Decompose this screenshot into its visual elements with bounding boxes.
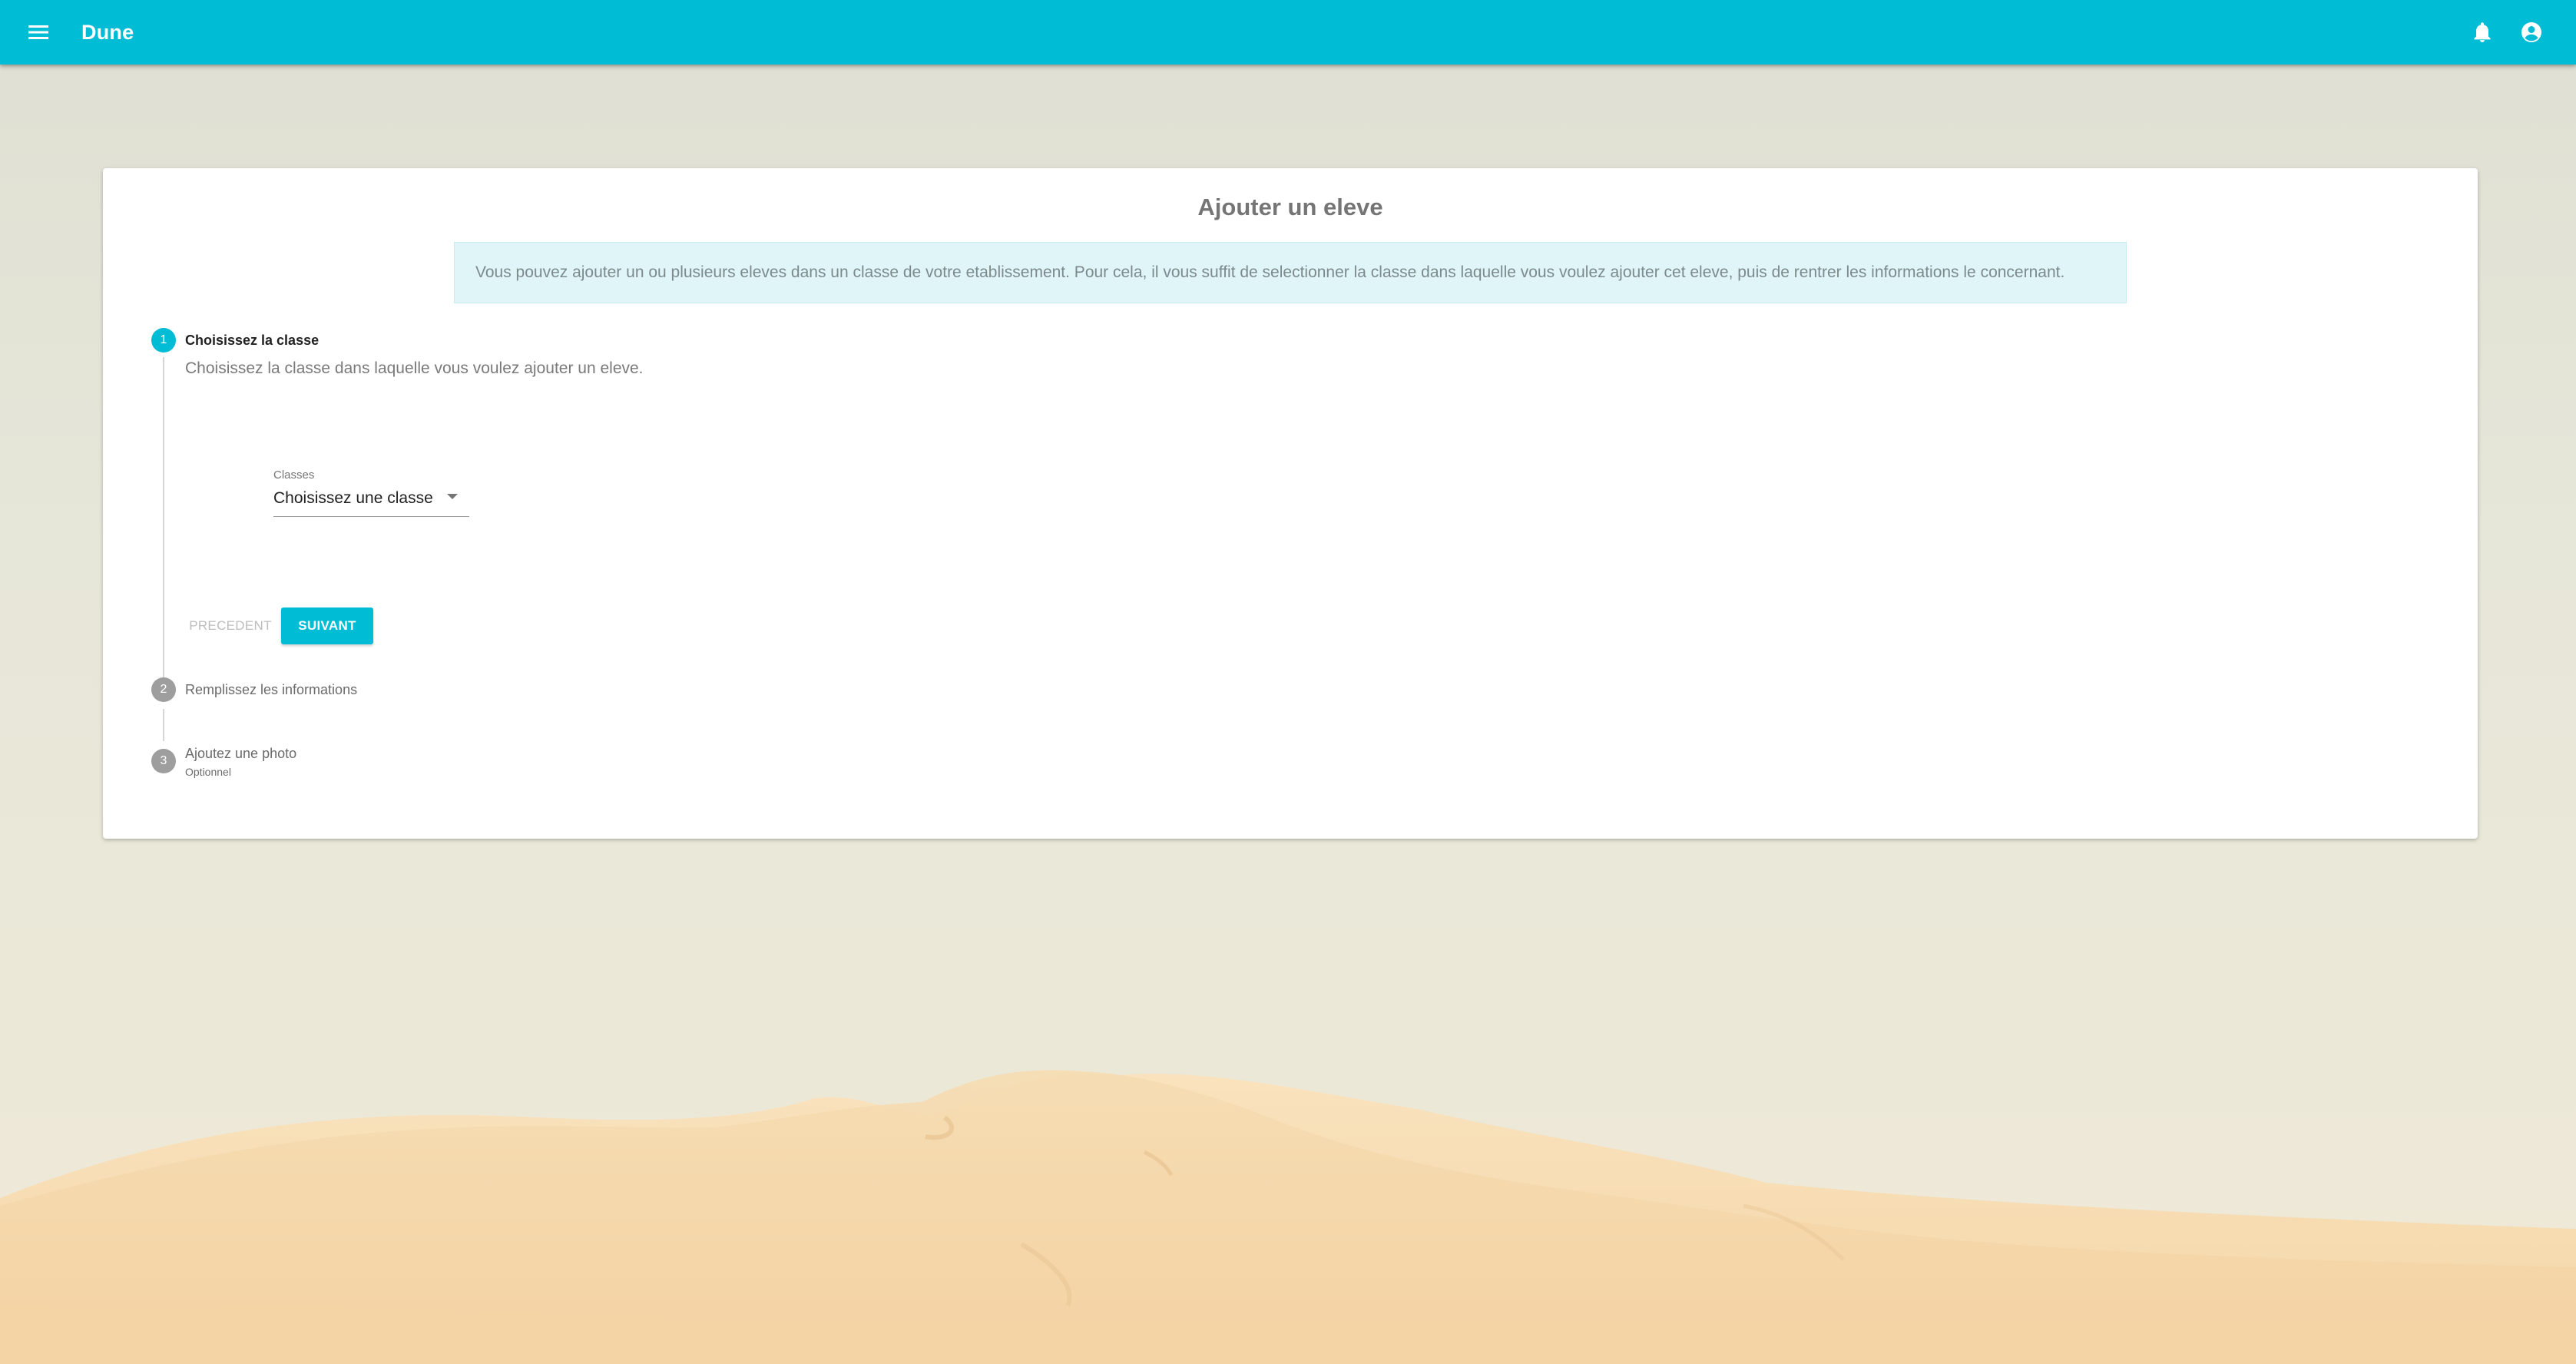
class-select-label: Classes (273, 468, 315, 482)
class-select-underline (273, 516, 469, 517)
previous-button[interactable]: PRECEDENT (186, 608, 275, 644)
step-2-title[interactable]: Remplissez les informations (185, 680, 357, 699)
step-3-title[interactable]: Ajoutez une photo (185, 744, 296, 763)
menu-icon (28, 25, 48, 39)
next-button[interactable]: SUIVANT (281, 608, 373, 644)
class-select-value: Choisissez une classe (273, 489, 433, 507)
step-2-indicator[interactable]: 2 (151, 677, 176, 702)
account-circle-icon (2521, 22, 2541, 42)
app-title: Dune (81, 21, 134, 44)
step-1-description: Choisissez la classe dans laquelle vous … (185, 359, 644, 377)
step-1-indicator[interactable]: 1 (151, 328, 176, 353)
info-alert: Vous pouvez ajouter un ou plusieurs elev… (454, 242, 2127, 303)
top-app-bar: Dune (0, 0, 2576, 65)
step-1-connector (163, 357, 164, 684)
step-1-title[interactable]: Choisissez la classe (185, 331, 319, 349)
menu-button[interactable] (23, 17, 54, 48)
step-2-number: 2 (160, 683, 167, 696)
add-student-card: Ajouter un eleve Vous pouvez ajouter un … (103, 168, 2478, 839)
class-select[interactable]: Classes Choisissez une classe (273, 468, 469, 518)
step-3-indicator[interactable]: 3 (151, 749, 176, 773)
dropdown-arrow-icon (447, 494, 458, 499)
step-2-connector (163, 709, 164, 741)
step-3-optional-label: Optionnel (185, 766, 231, 778)
account-button[interactable] (2516, 17, 2547, 48)
notifications-button[interactable] (2467, 17, 2498, 48)
step-3-number: 3 (160, 754, 167, 767)
step-1-number: 1 (160, 333, 167, 346)
card-title: Ajouter un eleve (1197, 194, 1383, 220)
bell-icon (2474, 22, 2491, 42)
